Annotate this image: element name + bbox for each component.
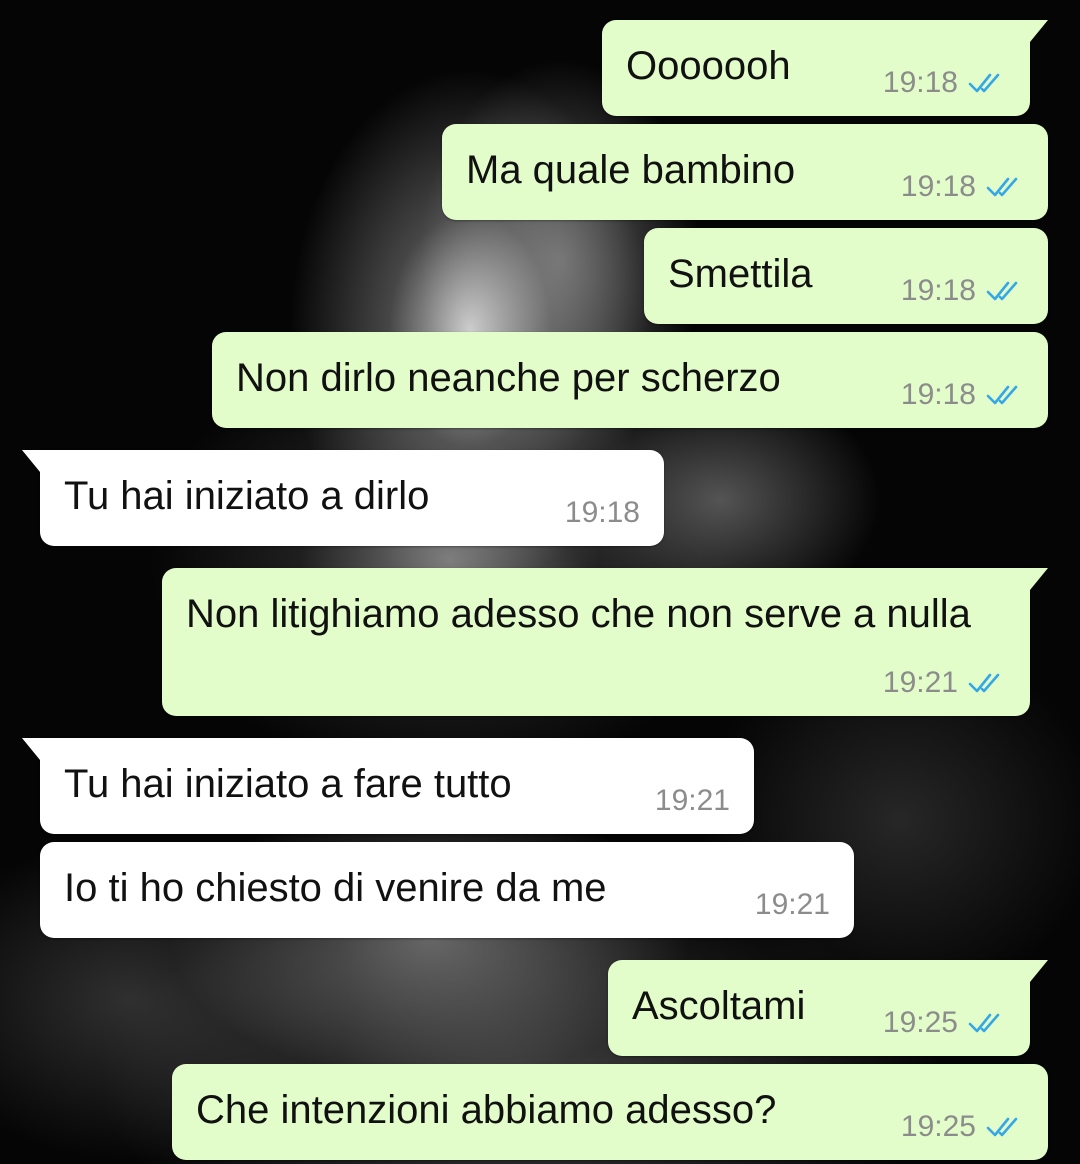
message-time: 19:21 [654,784,730,817]
message-meta: 19:18 [901,172,1024,202]
message-time: 19:18 [900,170,976,203]
message-text: Che intenzioni abbiamo adesso? [196,1088,777,1132]
message-meta: 19:25 [901,1112,1024,1142]
message-text: Tu hai iniziato a dirlo [64,474,430,518]
read-double-check-icon [986,385,1018,405]
read-double-check-icon [968,73,1000,93]
chat-conversation: Ooooooh 19:18 Ma quale bambino 19:18 Sme… [0,0,1080,1164]
message-bubble-outgoing[interactable]: Smettila 19:18 [644,228,1048,324]
message-bubble-incoming[interactable]: Tu hai iniziato a fare tutto 19:21 [22,738,754,834]
message-bubble-outgoing[interactable]: Ooooooh 19:18 [602,20,1048,116]
message-meta: 19:25 [883,1008,1006,1038]
message-time: 19:18 [900,274,976,307]
message-text: Tu hai iniziato a fare tutto [64,762,512,806]
message-bubble-outgoing[interactable]: Non dirlo neanche per scherzo 19:18 [212,332,1048,428]
read-double-check-icon [986,177,1018,197]
message-text: Non litighiamo adesso che non serve a nu… [186,592,971,636]
read-double-check-icon [968,673,1000,693]
message-time: 19:25 [882,1006,958,1039]
message-time: 19:21 [882,666,958,699]
message-time: 19:18 [882,66,958,99]
message-bubble-outgoing[interactable]: Ma quale bambino 19:18 [442,124,1048,220]
read-double-check-icon [968,1013,1000,1033]
read-double-check-icon [986,1117,1018,1137]
message-meta: 19:18 [901,380,1024,410]
message-bubble-outgoing[interactable]: Che intenzioni abbiamo adesso? 19:25 [172,1064,1048,1160]
message-bubble-outgoing[interactable]: Ascoltami 19:25 [608,960,1048,1056]
message-meta: 19:21 [755,890,830,920]
message-time: 19:21 [754,888,830,921]
read-double-check-icon [986,281,1018,301]
message-meta: 19:21 [655,786,730,816]
message-time: 19:25 [900,1110,976,1143]
message-meta: 19:21 [883,668,1006,698]
message-bubble-outgoing[interactable]: Non litighiamo adesso che non serve a nu… [162,568,1048,716]
message-meta: 19:18 [883,68,1006,98]
message-bubble-incoming[interactable]: Io ti ho chiesto di venire da me 19:21 [40,842,854,938]
message-time: 19:18 [564,496,640,529]
message-meta: 19:18 [901,276,1024,306]
message-time: 19:18 [900,378,976,411]
message-meta: 19:18 [565,498,640,528]
message-text: Io ti ho chiesto di venire da me [64,866,607,910]
message-bubble-incoming[interactable]: Tu hai iniziato a dirlo 19:18 [22,450,664,546]
